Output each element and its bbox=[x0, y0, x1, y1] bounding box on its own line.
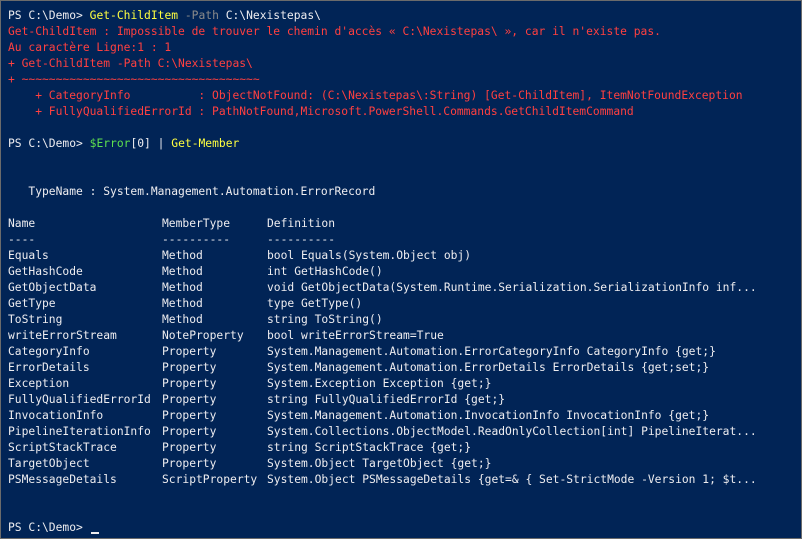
member-definition: System.Management.Automation.ErrorCatego… bbox=[267, 345, 716, 358]
member-type: Property bbox=[162, 425, 217, 438]
index-operator: [0] bbox=[130, 137, 151, 150]
column-header-name: Name bbox=[8, 217, 36, 230]
table-row: ErrorDetails Property System.Management.Au… bbox=[8, 360, 777, 376]
member-type: ScriptProperty bbox=[162, 473, 258, 486]
table-row: GetType Method type GetType() bbox=[8, 296, 777, 312]
command-line-2: PS C:\Demo> $Error[0] | Get-Member bbox=[8, 136, 797, 152]
member-definition: System.Collections.ObjectModel.ReadOnlyC… bbox=[267, 425, 757, 438]
member-name: InvocationInfo bbox=[8, 409, 104, 422]
member-type: Property bbox=[162, 457, 217, 470]
member-definition: System.Object PSMessageDetails {get=& { … bbox=[267, 473, 757, 486]
console-output: PS C:\Demo> Get-ChildItem -Path C:\Nexis… bbox=[8, 8, 797, 536]
member-type: Property bbox=[162, 345, 217, 358]
text-cursor bbox=[90, 532, 99, 534]
member-definition: System.Object TargetObject {get;} bbox=[267, 457, 492, 470]
parameter-name: -Path bbox=[184, 9, 219, 22]
member-name: writeErrorStream bbox=[8, 329, 117, 342]
member-name: Equals bbox=[8, 249, 49, 262]
command-line-1: PS C:\Demo> Get-ChildItem -Path C:\Nexis… bbox=[8, 8, 797, 24]
table-row: ToString Method string ToString() bbox=[8, 312, 777, 328]
member-type: NoteProperty bbox=[162, 329, 244, 342]
prompt: PS C:\Demo> bbox=[8, 137, 83, 150]
table-row: CategoryInfo Property System.Management.Au… bbox=[8, 344, 777, 360]
member-type: Method bbox=[162, 249, 203, 262]
table-row: PipelineIterationInfo Property System.Coll… bbox=[8, 424, 777, 440]
member-definition: int GetHashCode() bbox=[267, 265, 383, 278]
member-table-header: Name MemberType Definition bbox=[8, 216, 777, 232]
table-row: TargetObject Property System.Object Target… bbox=[8, 456, 777, 472]
member-name: FullyQualifiedErrorId bbox=[8, 393, 151, 406]
table-row: Equals Method bool Equals(System.Object ob… bbox=[8, 248, 777, 264]
member-type: Method bbox=[162, 281, 203, 294]
separator-definition: ---------- bbox=[267, 233, 336, 246]
member-definition: string ScriptStackTrace {get;} bbox=[267, 441, 472, 454]
member-definition: type GetType() bbox=[267, 297, 363, 310]
parameter-value: C:\Nexistepas\ bbox=[225, 9, 321, 22]
member-name: ToString bbox=[8, 313, 63, 326]
member-type: Method bbox=[162, 265, 203, 278]
error-variable: $Error bbox=[89, 137, 131, 150]
table-row: ScriptStackTrace Property string ScriptSta… bbox=[8, 440, 777, 456]
column-header-definition: Definition bbox=[267, 217, 336, 230]
member-definition: System.Management.Automation.InvocationI… bbox=[267, 409, 710, 422]
member-definition: string ToString() bbox=[267, 313, 383, 326]
member-name: GetHashCode bbox=[8, 265, 83, 278]
member-name: Exception bbox=[8, 377, 70, 390]
member-type: Method bbox=[162, 297, 203, 310]
table-row: GetObjectData Method void GetObjectData(Sy… bbox=[8, 280, 777, 296]
member-definition: void GetObjectData(System.Runtime.Serial… bbox=[267, 281, 757, 294]
separator-name: ---- bbox=[8, 233, 36, 246]
cmdlet-name: Get-Member bbox=[171, 137, 240, 150]
member-definition: bool Equals(System.Object obj) bbox=[267, 249, 472, 262]
member-type: Property bbox=[162, 361, 217, 374]
member-type: Property bbox=[162, 377, 217, 390]
table-row: writeErrorStream NoteProperty bool writeEr… bbox=[8, 328, 777, 344]
member-table-body: Equals Method bool Equals(System.Object ob… bbox=[8, 248, 777, 488]
member-name: PipelineIterationInfo bbox=[8, 425, 151, 438]
pipe-operator: | bbox=[157, 137, 165, 150]
error-message: Get-ChildItem : Impossible de trouver le… bbox=[8, 25, 661, 38]
table-row: GetHashCode Method int GetHashCode() bbox=[8, 264, 777, 280]
prompt: PS C:\Demo> bbox=[8, 9, 83, 22]
member-name: GetObjectData bbox=[8, 281, 97, 294]
member-name: ErrorDetails bbox=[8, 361, 90, 374]
cmdlet-name: Get-ChildItem bbox=[89, 9, 179, 22]
typename-line: TypeName : System.Management.Automation.… bbox=[8, 185, 376, 198]
member-definition: string FullyQualifiedErrorId {get;} bbox=[267, 393, 506, 406]
member-type: Property bbox=[162, 393, 217, 406]
powershell-console[interactable]: PS C:\Demo> Get-ChildItem -Path C:\Nexis… bbox=[0, 0, 802, 539]
member-name: TargetObject bbox=[8, 457, 90, 470]
member-definition: System.Exception Exception {get;} bbox=[267, 377, 492, 390]
table-row: InvocationInfo Property System.Management.… bbox=[8, 408, 777, 424]
prompt: PS C:\Demo> bbox=[8, 521, 83, 534]
table-row: PSMessageDetails ScriptProperty System.Obj… bbox=[8, 472, 777, 488]
input-line[interactable]: PS C:\Demo> bbox=[8, 520, 797, 536]
member-table: Name MemberType Definition ---- --------… bbox=[8, 216, 777, 488]
member-name: CategoryInfo bbox=[8, 345, 90, 358]
member-name: GetType bbox=[8, 297, 56, 310]
error-command-echo: + Get-ChildItem -Path C:\Nexistepas\ bbox=[8, 57, 253, 70]
error-position: Au caractère Ligne:1 : 1 bbox=[8, 41, 172, 54]
member-type: Method bbox=[162, 313, 203, 326]
member-name: PSMessageDetails bbox=[8, 473, 117, 486]
member-definition: System.Management.Automation.ErrorDetail… bbox=[267, 361, 710, 374]
error-underline: + ~~~~~~~~~~~~~~~~~~~~~~~~~~~~~~~~~~~ bbox=[8, 73, 260, 86]
error-fully-qualified-id: + FullyQualifiedErrorId : PathNotFound,M… bbox=[8, 105, 634, 118]
member-type: Property bbox=[162, 409, 217, 422]
column-header-membertype: MemberType bbox=[162, 217, 231, 230]
separator-membertype: ---------- bbox=[162, 233, 231, 246]
member-name: ScriptStackTrace bbox=[8, 441, 117, 454]
table-row: FullyQualifiedErrorId Property string Full… bbox=[8, 392, 777, 408]
member-type: Property bbox=[162, 441, 217, 454]
error-category-info: + CategoryInfo : ObjectNotFound: (C:\Nex… bbox=[8, 89, 743, 102]
member-table-separator: ---- ---------- ---------- bbox=[8, 232, 777, 248]
member-definition: bool writeErrorStream=True bbox=[267, 329, 444, 342]
table-row: Exception Property System.Exception Except… bbox=[8, 376, 777, 392]
